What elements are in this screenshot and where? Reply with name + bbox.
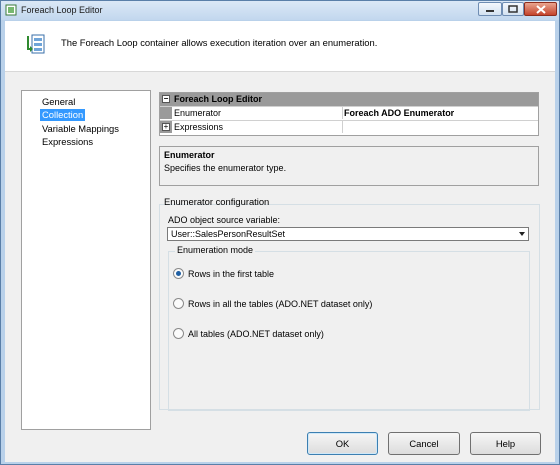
description-text: Specifies the enumerator type.	[164, 163, 287, 173]
column-divider	[342, 121, 343, 133]
ok-button[interactable]: OK	[307, 432, 378, 455]
chevron-down-icon	[519, 232, 525, 236]
maximize-icon	[508, 5, 518, 13]
header-description: The Foreach Loop container allows execut…	[61, 37, 378, 48]
cancel-button[interactable]: Cancel	[388, 432, 460, 455]
category-label: Foreach Loop Editor	[174, 94, 263, 104]
close-button[interactable]	[524, 2, 557, 16]
nav-item-variable-mappings[interactable]: Variable Mappings	[40, 123, 121, 135]
dialog-window: Foreach Loop Editor The Foreach Loop con…	[0, 0, 560, 465]
minimize-button[interactable]	[478, 2, 502, 16]
dialog-header: The Foreach Loop container allows execut…	[5, 21, 555, 71]
foreach-loop-icon	[5, 4, 17, 16]
ado-source-variable-label: ADO object source variable:	[168, 215, 281, 225]
page-navigation-list: General Collection Variable Mappings Exp…	[21, 90, 151, 430]
maximize-button[interactable]	[502, 2, 524, 16]
help-button[interactable]: Help	[470, 432, 541, 455]
radio-all-tables[interactable]	[173, 328, 184, 339]
nav-item-general[interactable]: General	[40, 96, 77, 108]
property-description-panel: Enumerator Specifies the enumerator type…	[159, 146, 539, 186]
property-label-enumerator: Enumerator	[174, 108, 222, 118]
enumeration-mode-title: Enumeration mode	[175, 245, 256, 255]
radio-label-rows-first-table[interactable]: Rows in the first table	[188, 269, 274, 279]
radio-label-all-tables[interactable]: All tables (ADO.NET dataset only)	[188, 329, 324, 339]
radio-label-rows-all-tables[interactable]: Rows in all the tables (ADO.NET dataset …	[188, 299, 372, 309]
header-divider	[5, 71, 555, 72]
collapse-icon[interactable]: −	[162, 95, 170, 103]
radio-rows-all-tables[interactable]	[173, 298, 184, 309]
property-row-expressions[interactable]: + Expressions	[160, 120, 538, 133]
close-icon	[535, 4, 546, 14]
radio-selected-dot	[176, 271, 181, 276]
enumerator-configuration-title: Enumerator configuration	[164, 196, 270, 207]
nav-item-collection[interactable]: Collection	[40, 109, 86, 121]
nav-item-expressions[interactable]: Expressions	[40, 136, 95, 148]
dialog-client-area: The Foreach Loop container allows execut…	[5, 21, 555, 462]
ado-source-variable-dropdown[interactable]: User::SalesPersonResultSet	[167, 227, 529, 241]
title-bar[interactable]: Foreach Loop Editor	[1, 1, 559, 20]
window-title: Foreach Loop Editor	[21, 5, 103, 15]
property-label-expressions: Expressions	[174, 122, 224, 132]
property-value-enumerator[interactable]: Foreach ADO Enumerator	[344, 108, 454, 118]
expand-icon[interactable]: +	[162, 123, 170, 131]
foreach-loop-container-icon	[27, 34, 45, 54]
ado-source-variable-value: User::SalesPersonResultSet	[171, 229, 286, 239]
column-divider	[342, 107, 343, 119]
minimize-icon	[486, 10, 494, 12]
row-margin	[160, 107, 172, 119]
property-row-enumerator[interactable]: Enumerator Foreach ADO Enumerator	[160, 106, 538, 119]
property-grid: − Foreach Loop Editor Enumerator Foreach…	[159, 92, 539, 136]
description-title: Enumerator	[164, 150, 215, 160]
radio-rows-first-table[interactable]	[173, 268, 184, 279]
property-category-header[interactable]: − Foreach Loop Editor	[160, 93, 538, 106]
